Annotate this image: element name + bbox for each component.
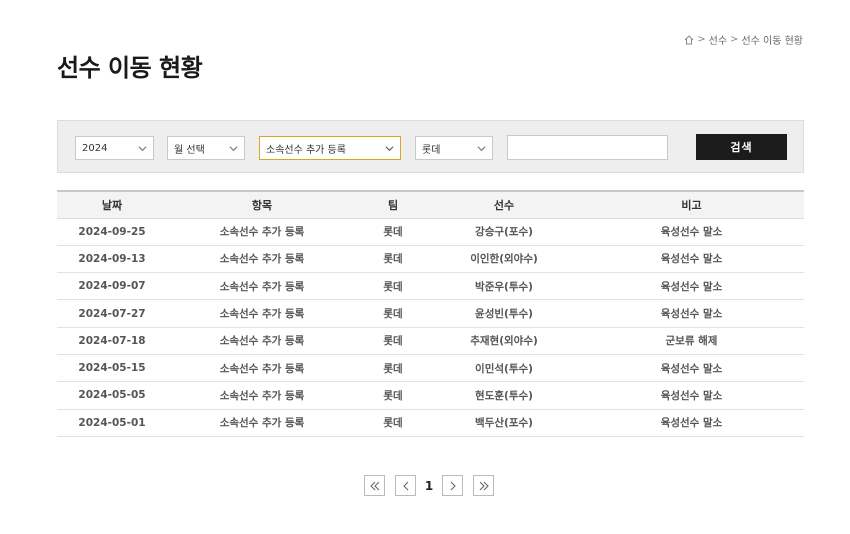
team-select[interactable]: 롯데 xyxy=(415,136,493,160)
table-row: 2024-07-27 소속선수 추가 등록 롯데 윤성빈(투수) 육성선수 말소 xyxy=(57,299,804,328)
chevron-right-icon xyxy=(450,481,456,490)
cell-player: 추재현(외야수) xyxy=(429,327,579,355)
cell-note: 육성선수 말소 xyxy=(579,354,804,383)
cell-team: 롯데 xyxy=(357,299,429,328)
cell-player: 강승구(포수) xyxy=(429,218,579,246)
cell-date: 2024-09-07 xyxy=(57,272,167,301)
table-header-row: 날짜 항목 팀 선수 비고 xyxy=(57,191,804,219)
cell-date: 2024-07-27 xyxy=(57,299,167,328)
cell-date: 2024-09-13 xyxy=(57,245,167,274)
pagination: 1 xyxy=(364,475,494,496)
table-row: 2024-05-01 소속선수 추가 등록 롯데 백두산(포수) 육성선수 말소 xyxy=(57,409,804,437)
breadcrumb: > 선수 > 선수 이동 현황 xyxy=(684,32,803,47)
cell-item: 소속선수 추가 등록 xyxy=(167,272,357,301)
cell-item: 소속선수 추가 등록 xyxy=(167,299,357,328)
page-number-current[interactable]: 1 xyxy=(416,479,442,493)
chevron-down-icon xyxy=(385,146,394,152)
column-header-item: 항목 xyxy=(167,191,357,219)
cell-note: 육성선수 말소 xyxy=(579,272,804,301)
month-select[interactable]: 월 선택 xyxy=(167,136,245,160)
cell-date: 2024-05-01 xyxy=(57,409,167,437)
home-icon[interactable] xyxy=(684,34,694,45)
filter-bar: 2024 월 선택 소속선수 추가 등록 롯데 검색 xyxy=(57,120,804,173)
cell-item: 소속선수 추가 등록 xyxy=(167,245,357,274)
cell-item: 소속선수 추가 등록 xyxy=(167,218,357,246)
cell-player: 이민석(투수) xyxy=(429,354,579,383)
transfer-table: 날짜 항목 팀 선수 비고 2024-09-25 소속선수 추가 등록 롯데 강… xyxy=(57,190,804,437)
cell-note: 육성선수 말소 xyxy=(579,218,804,246)
double-chevron-right-icon xyxy=(479,481,489,490)
column-header-team: 팀 xyxy=(357,191,429,219)
table-row: 2024-09-07 소속선수 추가 등록 롯데 박준우(투수) 육성선수 말소 xyxy=(57,272,804,301)
chevron-down-icon xyxy=(138,146,147,152)
year-select[interactable]: 2024 xyxy=(75,136,154,160)
year-select-value: 2024 xyxy=(82,142,108,154)
table-row: 2024-09-13 소속선수 추가 등록 롯데 이인한(외야수) 육성선수 말… xyxy=(57,245,804,274)
table-row: 2024-09-25 소속선수 추가 등록 롯데 강승구(포수) 육성선수 말소 xyxy=(57,218,804,246)
breadcrumb-item-transfers[interactable]: 선수 이동 현황 xyxy=(741,32,803,47)
table-body: 2024-09-25 소속선수 추가 등록 롯데 강승구(포수) 육성선수 말소… xyxy=(57,218,804,437)
last-page-button[interactable] xyxy=(473,475,494,496)
cell-note: 육성선수 말소 xyxy=(579,381,804,410)
cell-player: 윤성빈(투수) xyxy=(429,299,579,328)
breadcrumb-separator: > xyxy=(730,34,739,45)
cell-note: 육성선수 말소 xyxy=(579,409,804,437)
cell-team: 롯데 xyxy=(357,354,429,383)
cell-player: 현도훈(투수) xyxy=(429,381,579,410)
cell-team: 롯데 xyxy=(357,218,429,246)
cell-note: 육성선수 말소 xyxy=(579,245,804,274)
cell-team: 롯데 xyxy=(357,245,429,274)
breadcrumb-item-players[interactable]: 선수 xyxy=(709,32,727,47)
chevron-left-icon xyxy=(402,481,408,490)
table-row: 2024-07-18 소속선수 추가 등록 롯데 추재현(외야수) 군보류 해제 xyxy=(57,327,804,355)
item-select[interactable]: 소속선수 추가 등록 xyxy=(259,136,401,160)
cell-item: 소속선수 추가 등록 xyxy=(167,409,357,437)
cell-team: 롯데 xyxy=(357,272,429,301)
column-header-note: 비고 xyxy=(579,191,804,219)
page-title: 선수 이동 현황 xyxy=(57,54,203,82)
team-select-value: 롯데 xyxy=(422,144,441,156)
cell-date: 2024-09-25 xyxy=(57,218,167,246)
cell-item: 소속선수 추가 등록 xyxy=(167,354,357,383)
cell-item: 소속선수 추가 등록 xyxy=(167,381,357,410)
table-row: 2024-05-15 소속선수 추가 등록 롯데 이민석(투수) 육성선수 말소 xyxy=(57,354,804,383)
cell-player: 백두산(포수) xyxy=(429,409,579,437)
item-select-value: 소속선수 추가 등록 xyxy=(266,144,346,156)
table-row: 2024-05-05 소속선수 추가 등록 롯데 현도훈(투수) 육성선수 말소 xyxy=(57,381,804,410)
cell-team: 롯데 xyxy=(357,381,429,410)
column-header-player: 선수 xyxy=(429,191,579,219)
double-chevron-left-icon xyxy=(369,481,379,490)
cell-date: 2024-07-18 xyxy=(57,327,167,355)
search-input[interactable] xyxy=(507,135,668,160)
cell-player: 박준우(투수) xyxy=(429,272,579,301)
cell-note: 군보류 해제 xyxy=(579,327,804,355)
cell-item: 소속선수 추가 등록 xyxy=(167,327,357,355)
chevron-down-icon xyxy=(477,146,486,152)
cell-team: 롯데 xyxy=(357,409,429,437)
cell-note: 육성선수 말소 xyxy=(579,299,804,328)
breadcrumb-separator: > xyxy=(697,34,706,45)
search-button[interactable]: 검색 xyxy=(696,134,787,160)
cell-date: 2024-05-15 xyxy=(57,354,167,383)
cell-team: 롯데 xyxy=(357,327,429,355)
cell-player: 이인한(외야수) xyxy=(429,245,579,274)
cell-date: 2024-05-05 xyxy=(57,381,167,410)
next-page-button[interactable] xyxy=(442,475,463,496)
column-header-date: 날짜 xyxy=(57,191,167,219)
chevron-down-icon xyxy=(229,146,238,152)
month-select-value: 월 선택 xyxy=(174,144,205,156)
prev-page-button[interactable] xyxy=(395,475,416,496)
first-page-button[interactable] xyxy=(364,475,385,496)
